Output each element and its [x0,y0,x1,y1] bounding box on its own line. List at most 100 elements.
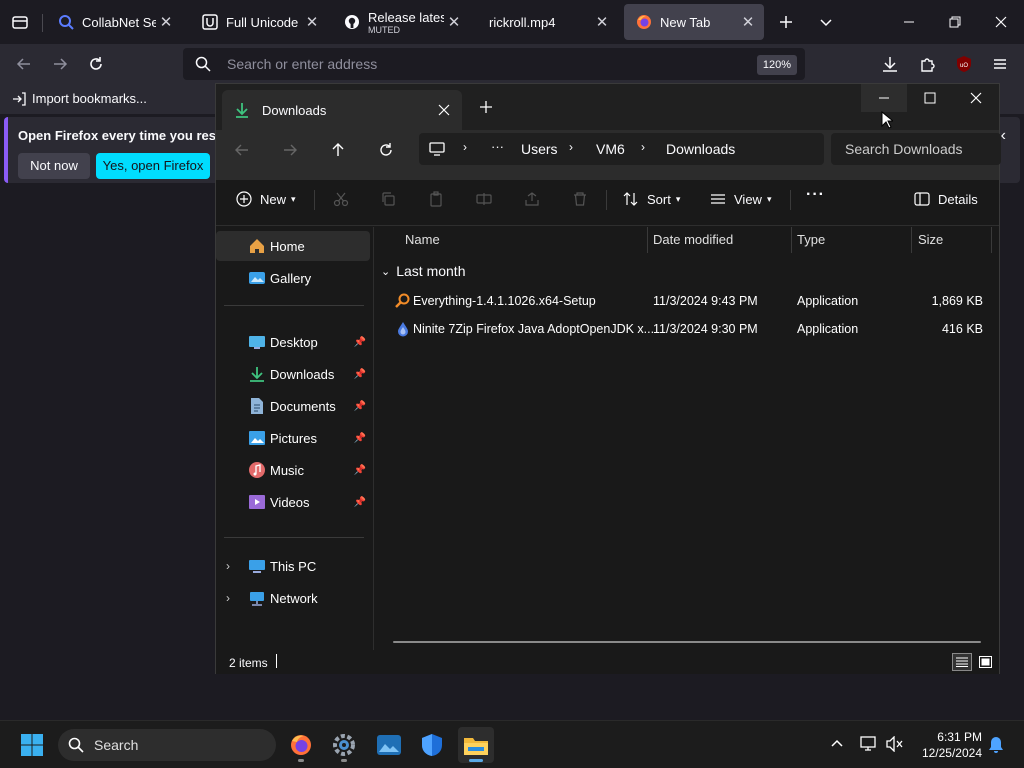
tab-collabnet[interactable]: CollabNet Sear ✕ [46,4,182,40]
notifications-button[interactable] [988,736,1004,754]
address-input[interactable] [227,55,727,73]
taskbar-clock[interactable]: 6:31 PM 12/25/2024 [920,729,982,761]
breadcrumb-vm6[interactable]: VM6 [596,141,625,157]
nav-desktop[interactable]: Desktop 📌 [216,327,370,357]
list-all-tabs-button[interactable] [812,8,840,36]
forward-button[interactable] [46,50,74,78]
paste-icon[interactable] [425,188,447,210]
details-pane-button[interactable]: Details [914,188,978,210]
tab-close-button[interactable]: ✕ [302,13,322,31]
explorer-minimize-button[interactable] [861,84,907,112]
nav-documents[interactable]: Documents 📌 [216,391,370,421]
zoom-level-badge[interactable]: 120% [757,55,797,75]
notification-collapse-icon[interactable]: ‹ [1001,127,1006,145]
column-header-name[interactable]: Name [405,227,440,253]
browser-minimize-button[interactable] [886,0,932,44]
start-button[interactable] [14,727,50,763]
more-locations-icon[interactable]: ··· [491,139,504,154]
address-bar[interactable] [183,48,805,80]
new-button[interactable]: New ▾ [236,188,296,210]
taskbar-settings[interactable] [326,727,362,763]
tab-close-button[interactable]: ✕ [444,13,464,31]
import-bookmarks-button[interactable]: Import bookmarks... [12,91,147,106]
arrow-up-icon[interactable] [330,142,346,158]
view-button[interactable]: View ▾ [710,188,771,210]
details-view-button[interactable] [952,653,972,671]
tab-close-button[interactable]: ✕ [156,13,176,31]
horizontal-scrollbar[interactable] [393,641,981,643]
explorer-search-box[interactable] [831,133,1001,165]
explorer-search-input[interactable] [845,141,995,157]
tab-github-release[interactable]: Release latest · S MUTED ✕ [332,4,470,40]
back-button[interactable] [10,50,38,78]
restore-icon [949,16,961,28]
nav-gallery-label: Gallery [270,270,312,286]
tab-new-tab[interactable]: New Tab ✕ [624,4,764,40]
taskbar-defender[interactable] [414,727,450,763]
tab-rickroll[interactable]: rickroll.mp4 ✕ [476,4,618,40]
rename-icon[interactable] [473,188,495,210]
nav-network[interactable]: › Network [216,583,370,613]
explorer-close-button[interactable] [953,84,999,112]
breadcrumb[interactable]: › ··· Users › VM6 › Downloads [419,133,824,165]
ublock-button[interactable]: uO [950,50,978,78]
close-icon[interactable] [438,104,450,116]
tab-unicode[interactable]: Full Unicode Inp ✕ [190,4,328,40]
taskbar-photos[interactable] [371,727,407,763]
breadcrumb-downloads[interactable]: Downloads [666,141,735,157]
browser-close-button[interactable] [978,0,1024,44]
column-header-date-modified[interactable]: Date modified [653,227,733,253]
nav-documents-label: Documents [270,398,336,414]
file-type: Application [797,322,859,336]
group-header-last-month[interactable]: ⌄ Last month [381,263,465,279]
chevron-right-icon[interactable]: › [226,591,230,605]
plus-icon[interactable] [479,100,493,114]
yes-open-firefox-button[interactable]: Yes, open Firefox [96,153,210,179]
explorer-tab-downloads[interactable]: Downloads [222,90,462,130]
menu-button[interactable] [986,50,1014,78]
nav-videos-label: Videos [270,494,310,510]
column-header-type[interactable]: Type [797,227,825,253]
nav-downloads[interactable]: Downloads 📌 [216,359,370,389]
column-header-size[interactable]: Size [918,227,943,253]
nav-pictures[interactable]: Pictures 📌 [216,423,370,453]
arrow-left-icon[interactable] [234,142,250,158]
taskbar-file-explorer[interactable] [458,727,494,763]
browser-restore-button[interactable] [932,0,978,44]
delete-icon[interactable] [569,188,591,210]
more-options-icon[interactable]: ··· [806,186,825,204]
chevron-right-icon[interactable]: › [226,559,230,573]
not-now-button[interactable]: Not now [18,153,90,179]
photos-icon [377,735,401,755]
breadcrumb-users[interactable]: Users [521,141,558,157]
file-list: Name Date modified Type Size ⌄ Last mont… [375,227,999,650]
taskbar-firefox[interactable] [283,727,319,763]
arrow-right-icon[interactable] [282,142,298,158]
network-status-button[interactable] [860,736,878,752]
nav-gallery[interactable]: Gallery [216,263,370,293]
reload-button[interactable] [82,50,110,78]
show-hidden-icons-button[interactable] [830,737,844,751]
tab-close-button[interactable]: ✕ [592,13,612,31]
explorer-maximize-button[interactable] [907,84,953,112]
share-icon[interactable] [521,188,543,210]
firefox-view-button[interactable] [6,8,34,36]
file-row[interactable]: Everything-1.4.1.1026.x64-Setup 11/3/202… [375,287,995,315]
nav-this-pc[interactable]: › This PC [216,551,370,581]
cut-icon[interactable] [330,188,352,210]
taskbar-search[interactable]: Search [58,729,276,761]
github-icon [345,15,359,29]
copy-icon[interactable] [377,188,399,210]
nav-home[interactable]: Home [216,231,370,261]
refresh-icon[interactable] [378,142,394,158]
new-tab-button[interactable] [772,8,800,36]
sort-button[interactable]: Sort ▾ [623,188,680,210]
large-icons-view-button[interactable] [975,653,995,671]
file-row[interactable]: Ninite 7Zip Firefox Java AdoptOpenJDK x.… [375,315,995,343]
nav-music[interactable]: Music 📌 [216,455,370,485]
extensions-button[interactable] [914,50,942,78]
nav-videos[interactable]: Videos 📌 [216,487,370,517]
tab-close-button[interactable]: ✕ [738,13,758,31]
volume-button[interactable] [886,736,904,752]
downloads-button[interactable] [876,50,904,78]
